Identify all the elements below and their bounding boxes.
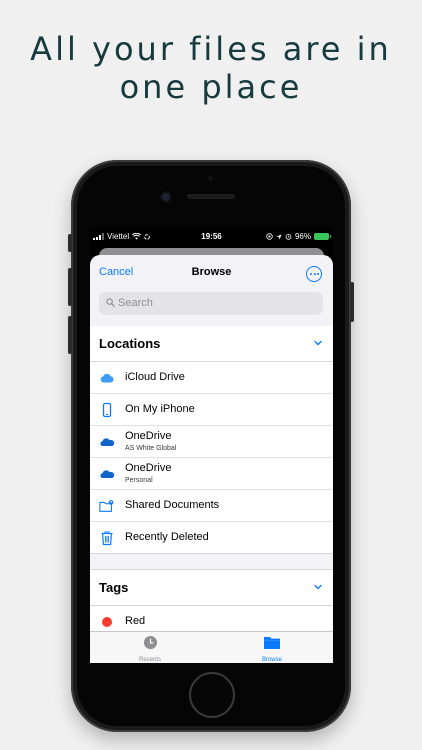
location-item-icloud-drive[interactable]: iCloud Drive [90,362,333,394]
tab-recents[interactable]: Recents [120,635,180,663]
search-field[interactable]: Search [99,292,323,315]
location-label: Shared Documents [125,499,220,511]
location-label: Recently Deleted [125,531,209,543]
chevron-down-icon[interactable] [313,338,323,348]
shared-folder-icon [99,500,114,512]
headline: All your files are in one place [0,30,422,106]
location-item-recently-deleted[interactable]: Recently Deleted [90,522,333,554]
power-button [350,282,354,322]
location-label: OneDrive [125,462,172,474]
location-sublabel: AS White Global [125,445,177,452]
location-label: OneDrive [125,430,172,442]
front-camera [162,193,170,201]
icloud-icon [100,373,114,383]
phone-screen: Viettel 19:56 96% Cancel Browse Search L… [90,229,333,663]
clock-icon [143,635,157,650]
volume-up-button [68,268,72,306]
section-spacer [90,554,333,570]
tags-title: Tags [99,580,129,595]
locations-title: Locations [99,336,161,351]
locations-header[interactable]: Locations [90,326,333,362]
location-label: iCloud Drive [125,371,185,383]
folder-icon [264,637,280,649]
navigation-bar: Cancel Browse [90,255,333,291]
alarm-icon [285,234,292,240]
battery-percent: 96% [294,232,311,241]
tab-label-recents: Recents [138,657,161,663]
location-label: On My iPhone [125,403,195,415]
location-item-shared-documents[interactable]: Shared Documents [90,490,333,522]
home-button[interactable] [189,672,235,718]
search-placeholder: Search [118,297,153,309]
trash-icon [101,531,113,546]
earpiece-speaker [187,194,235,199]
tab-label-browse: Browse [261,657,282,663]
location-icon [276,233,282,240]
page-title: Browse [191,266,232,278]
ellipsis-circle-icon[interactable] [306,266,322,282]
proximity-sensor [208,176,213,181]
tag-label: Red [125,615,146,627]
chevron-down-icon[interactable] [313,582,323,592]
location-item-on-my-iphone[interactable]: On My iPhone [90,394,333,426]
onedrive-icon [100,470,115,478]
tab-browse[interactable]: Browse [242,635,302,663]
browse-list: Locations iCloud Drive On My iPhone OneD… [90,326,333,638]
red-tag-dot-icon [102,617,112,627]
browse-sheet: Cancel Browse Search Locations iCloud Dr… [90,255,333,663]
mute-switch [68,234,72,252]
tags-header[interactable]: Tags [90,570,333,606]
orientation-lock-icon [266,233,273,240]
location-item-onedrive-personal[interactable]: OneDrive Personal [90,458,333,490]
search-icon [106,298,115,307]
battery-icon [314,233,331,240]
status-bar: Viettel 19:56 96% [90,229,333,245]
volume-down-button [68,316,72,354]
headline-line-1: All your files are in [30,30,392,68]
location-item-onedrive-as-white-global[interactable]: OneDrive AS White Global [90,426,333,458]
headline-line-2: one place [119,68,303,106]
location-sublabel: Personal [125,477,153,484]
tab-bar: Recents Browse [90,631,333,663]
iphone-icon [102,402,112,418]
onedrive-icon [100,438,115,446]
